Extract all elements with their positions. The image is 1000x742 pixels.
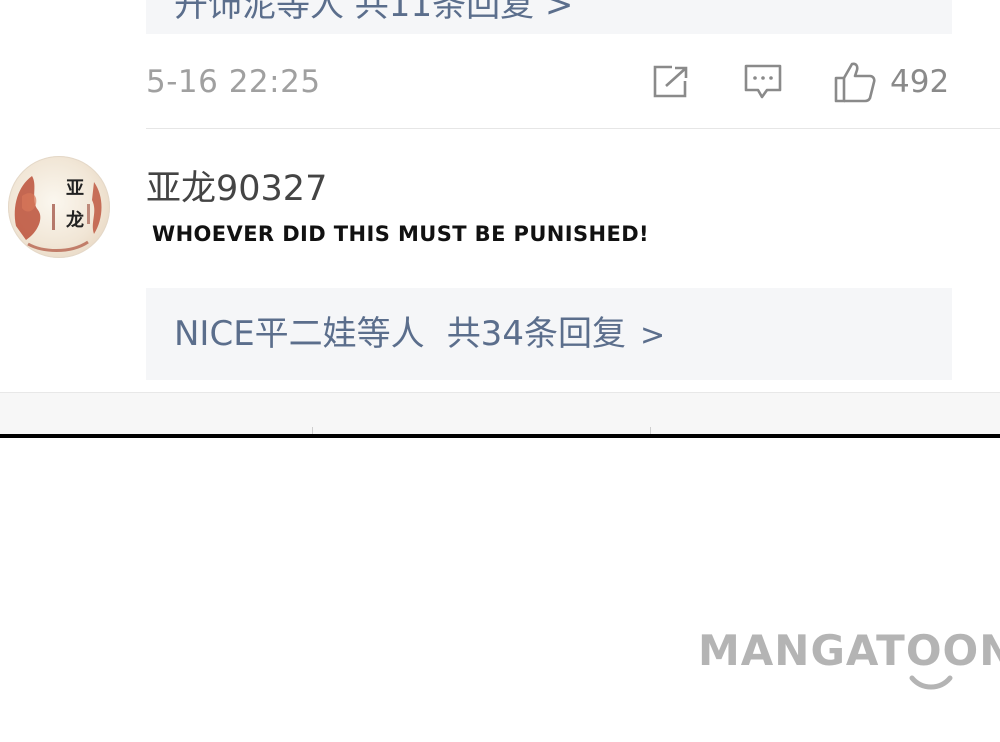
comment-timestamp: 5-16 22:25	[146, 64, 321, 100]
like-count: 492	[890, 64, 950, 100]
comment-text: WHOEVER DID THIS MUST BE PUNISHED!	[152, 222, 650, 246]
comment-button[interactable]	[744, 60, 782, 104]
watermark-smile-icon	[909, 675, 953, 690]
avatar-char-1: 亚	[66, 178, 84, 199]
previous-replies-text: 开饰泥等人 共11条回复 >	[174, 0, 574, 25]
avatar[interactable]: 亚 龙	[8, 156, 110, 258]
avatar-artwork: 亚 龙	[14, 176, 102, 252]
share-button[interactable]	[652, 60, 690, 104]
comment-username[interactable]: 亚龙90327	[146, 160, 327, 211]
comment-panel: 开饰泥等人 共11条回复 > 5-16 22:25 492 亚 龙 亚龙9032…	[0, 0, 1000, 436]
panel-border	[0, 434, 1000, 438]
view-replies-link[interactable]: NICE平二娃等人 共34条回复 >	[146, 288, 952, 380]
share-icon	[653, 65, 688, 98]
bottom-toolbar	[0, 392, 1000, 436]
reply-users: NICE平二娃等人	[174, 314, 425, 354]
comment-divider	[146, 128, 1000, 129]
thumbs-up-icon	[834, 62, 876, 103]
chevron-right-icon: >	[639, 318, 666, 353]
previous-replies-link[interactable]: 开饰泥等人 共11条回复 >	[146, 0, 952, 34]
avatar-char-2: 龙	[66, 209, 84, 231]
comment-icon	[744, 64, 782, 99]
like-button[interactable]: 492	[834, 60, 949, 104]
watermark: MANGATOON	[698, 626, 1000, 675]
reply-count: 共34条回复	[446, 314, 626, 354]
